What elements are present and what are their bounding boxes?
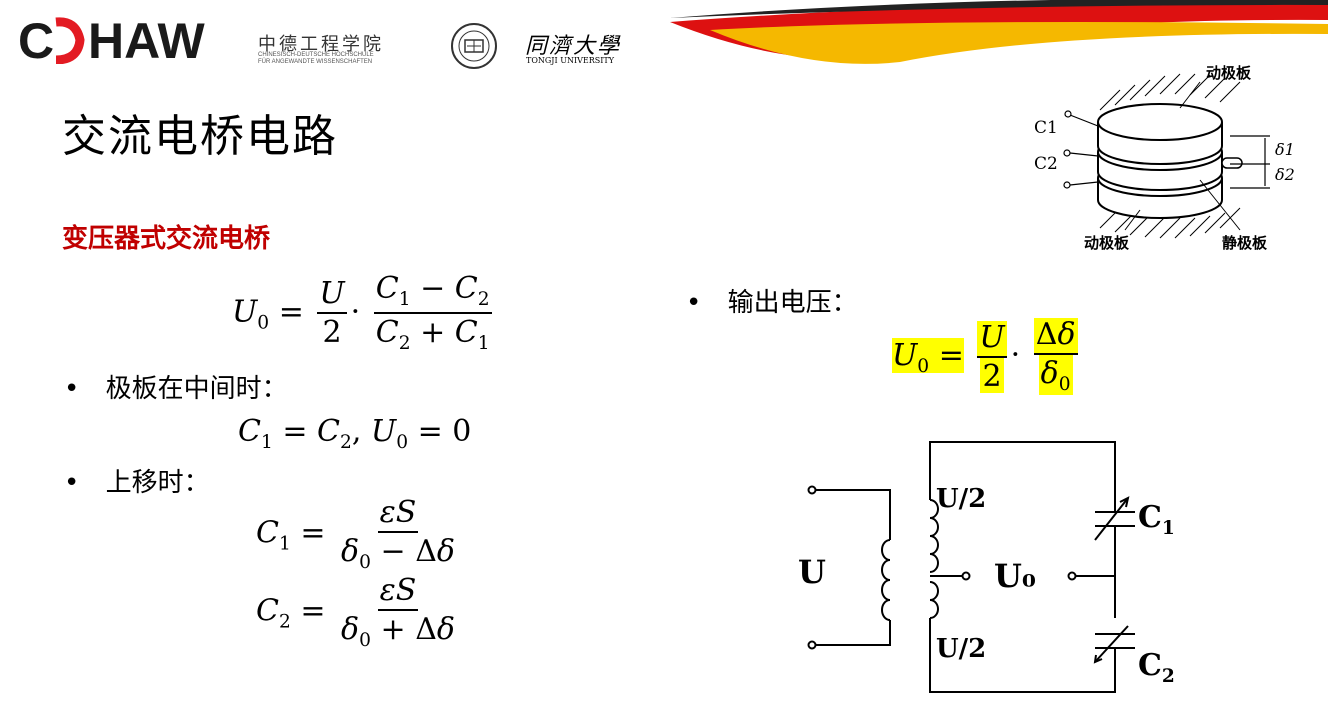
bullet-dot: • bbox=[64, 468, 80, 498]
circuit-half-bottom-label: U/2 bbox=[936, 634, 987, 664]
circuit-c1-label: C1 bbox=[1138, 500, 1175, 539]
circuit-input-label: U bbox=[798, 553, 826, 591]
page-title: 交流电桥电路 bbox=[62, 111, 338, 162]
bullet-middle-text: 极板在中间时： bbox=[105, 374, 288, 404]
circuit-half-top-label: U/2 bbox=[936, 484, 987, 514]
bullet-middle: • 极板在中间时： bbox=[64, 368, 288, 405]
cdhaw-logo: C HAW bbox=[18, 13, 248, 69]
formula-c1-up: C1 = εS δ0 − Δδ bbox=[256, 495, 455, 573]
label-delta2: δ2 bbox=[1275, 165, 1295, 184]
circuit-c1-subscript: 1 bbox=[1161, 518, 1175, 539]
cdhaw-de-name-2: FÜR ANGEWANDTE WISSENSCHAFTEN bbox=[258, 59, 373, 65]
bullet-up: • 上移时： bbox=[64, 462, 210, 499]
formula-u0-general: U0 = U 2 · C1 − C2 C2 + C1 bbox=[232, 271, 492, 355]
cdhaw-logo-mark bbox=[55, 17, 85, 65]
label-static-plate: 静极板 bbox=[1222, 234, 1268, 252]
circuit-c2-letter: C bbox=[1138, 648, 1162, 683]
bullet-up-text: 上移时： bbox=[105, 468, 210, 498]
formula-c2-up: C2 = εS δ0 + Δδ bbox=[256, 573, 455, 651]
label-delta1: δ1 bbox=[1275, 140, 1295, 159]
tongji-seal-icon bbox=[450, 22, 498, 70]
bridge-circuit-diagram bbox=[790, 430, 1190, 700]
circuit-output-label: U₀ bbox=[994, 557, 1036, 595]
label-c2-terminal: C2 bbox=[1034, 154, 1058, 174]
bullet-dot: • bbox=[64, 374, 80, 404]
bullet-dot: • bbox=[686, 288, 702, 318]
label-moving-plate-top: 动极板 bbox=[1206, 64, 1252, 82]
svg-text:HAW: HAW bbox=[88, 14, 205, 64]
formula-output-voltage: U0 = U 2 · Δδ δ0 bbox=[892, 317, 1078, 396]
tongji-en-name: TONGJI UNIVERSITY bbox=[526, 56, 614, 65]
bullet-output-voltage: • 输出电压： bbox=[686, 282, 858, 319]
label-moving-plate-bottom: 动极板 bbox=[1084, 234, 1130, 252]
bullet-output-text: 输出电压： bbox=[727, 288, 858, 318]
cdhaw-logo-text: C bbox=[18, 14, 54, 64]
formula-c1-equals-c2: C1 = C2, U0 = 0 bbox=[238, 414, 472, 453]
label-c1-terminal: C1 bbox=[1034, 118, 1058, 138]
section-subtitle: 变压器式交流电桥 bbox=[62, 224, 271, 254]
cdhaw-de-name-1: CHINESISCH-DEUTSCHE HOCHSCHULE bbox=[258, 52, 374, 58]
circuit-c1-letter: C bbox=[1138, 500, 1162, 535]
circuit-c2-label: C2 bbox=[1138, 648, 1175, 687]
circuit-c2-subscript: 2 bbox=[1161, 666, 1175, 687]
